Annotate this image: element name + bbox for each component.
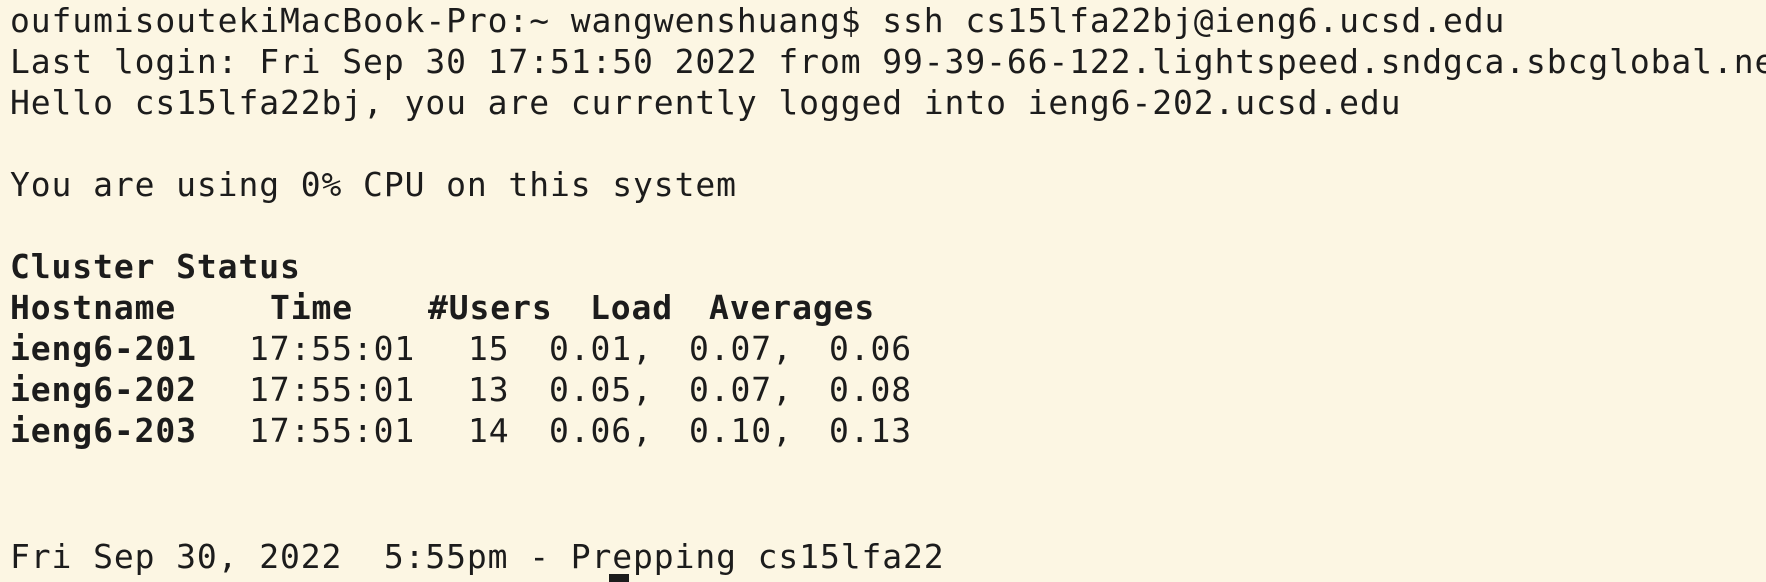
header-load: Load	[590, 288, 674, 327]
row-load-5min: 0.10,	[689, 411, 793, 450]
prompt-line: oufumisoutekiMacBook-Pro:~ wangwenshuang…	[10, 1, 1506, 40]
last-login-line: Last login: Fri Sep 30 17:51:50 2022 fro…	[10, 42, 1766, 81]
row-load-1min: 0.01,	[549, 329, 653, 368]
row-users: 14	[468, 411, 510, 450]
row-load-5min: 0.07,	[689, 370, 793, 409]
row-users: 13	[468, 370, 510, 409]
header-users: #Users	[428, 288, 553, 327]
row-time: 17:55:01	[249, 411, 416, 450]
row-load-5min: 0.07,	[689, 329, 793, 368]
header-time: Time	[270, 288, 354, 327]
row-time: 17:55:01	[249, 329, 416, 368]
text-cursor	[609, 574, 629, 582]
row-load-1min: 0.05,	[549, 370, 653, 409]
row-load-15min: 0.08	[829, 370, 913, 409]
status-line: Fri Sep 30, 2022 5:55pm - Prepping cs15l…	[10, 537, 945, 576]
hello-line: Hello cs15lfa22bj, you are currently log…	[10, 83, 1402, 122]
row-load-1min: 0.06,	[549, 411, 653, 450]
row-users: 15	[468, 329, 510, 368]
header-averages: Averages	[709, 288, 876, 327]
row-hostname: ieng6-202	[10, 370, 197, 409]
terminal-window[interactable]: oufumisoutekiMacBook-Pro:~ wangwenshuang…	[0, 0, 1766, 582]
header-hostname: Hostname	[10, 288, 177, 327]
cluster-status-title: Cluster Status	[10, 247, 301, 286]
row-time: 17:55:01	[249, 370, 416, 409]
cpu-usage-line: You are using 0% CPU on this system	[10, 165, 737, 204]
row-load-15min: 0.13	[829, 411, 913, 450]
row-hostname: ieng6-203	[10, 411, 197, 450]
row-hostname: ieng6-201	[10, 329, 197, 368]
row-load-15min: 0.06	[829, 329, 913, 368]
